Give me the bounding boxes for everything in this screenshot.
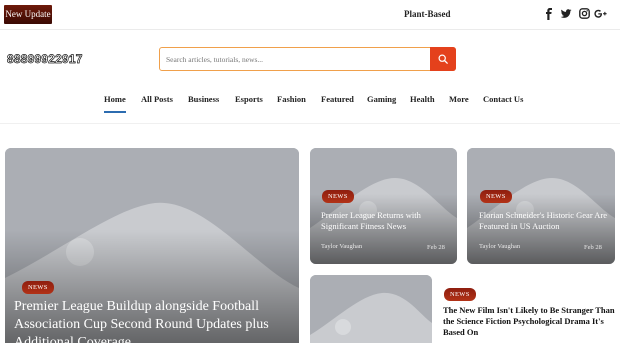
search-icon: [438, 54, 448, 64]
nav-item-more[interactable]: More: [449, 94, 469, 104]
new-update-badge[interactable]: New Update: [4, 5, 52, 24]
post-card-2-tag[interactable]: NEWS: [480, 190, 512, 203]
nav-item-all-posts[interactable]: All Posts: [141, 94, 173, 104]
nav-item-contact-us[interactable]: Contact Us: [483, 94, 523, 104]
post-card-3-title[interactable]: The New Film Isn't Likely to Be Stranger…: [443, 305, 618, 338]
nav-active-indicator: [104, 111, 126, 113]
instagram-icon[interactable]: [578, 8, 590, 20]
post-card-1-title[interactable]: Premier League Returns with Significant …: [321, 210, 453, 232]
post-card-3-thumbnail[interactable]: [310, 275, 432, 343]
nav-item-fashion[interactable]: Fashion: [277, 94, 306, 104]
facebook-icon[interactable]: [543, 8, 555, 20]
site-logo[interactable]: 88899922917: [7, 52, 83, 67]
nav-item-business[interactable]: Business: [188, 94, 219, 104]
trending-ticker-text[interactable]: Plant-Based: [404, 9, 451, 19]
search-input[interactable]: [166, 52, 426, 67]
nav-item-home[interactable]: Home: [104, 94, 126, 104]
nav-item-featured[interactable]: Featured: [321, 94, 354, 104]
post-card-1-tag[interactable]: NEWS: [322, 190, 354, 203]
post-card-3-tag[interactable]: NEWS: [444, 288, 476, 301]
nav-item-gaming[interactable]: Gaming: [367, 94, 396, 104]
image-placeholder-icon: [310, 275, 432, 343]
google-plus-icon[interactable]: [594, 8, 607, 20]
post-card-2-date: Feb 28: [584, 244, 602, 251]
top-bar: New Update Plant-Based: [0, 0, 620, 29]
featured-post-tag[interactable]: NEWS: [22, 281, 54, 294]
post-card-2-author[interactable]: Taylor Vaughan: [479, 243, 520, 250]
featured-post-title[interactable]: Premier League Buildup alongside Footbal…: [14, 298, 284, 343]
search-bar: [159, 47, 456, 71]
search-button[interactable]: [430, 47, 456, 71]
nav-item-health[interactable]: Health: [410, 94, 435, 104]
nav-item-esports[interactable]: Esports: [235, 94, 263, 104]
post-card-1-author[interactable]: Taylor Vaughan: [321, 243, 362, 250]
post-card-2-title[interactable]: Florian Schneider's Historic Gear Are Fe…: [479, 210, 611, 232]
nav-divider: [0, 123, 620, 124]
post-card-1-date: Feb 28: [427, 244, 445, 251]
twitter-icon[interactable]: [560, 8, 572, 20]
top-divider: [0, 29, 620, 30]
